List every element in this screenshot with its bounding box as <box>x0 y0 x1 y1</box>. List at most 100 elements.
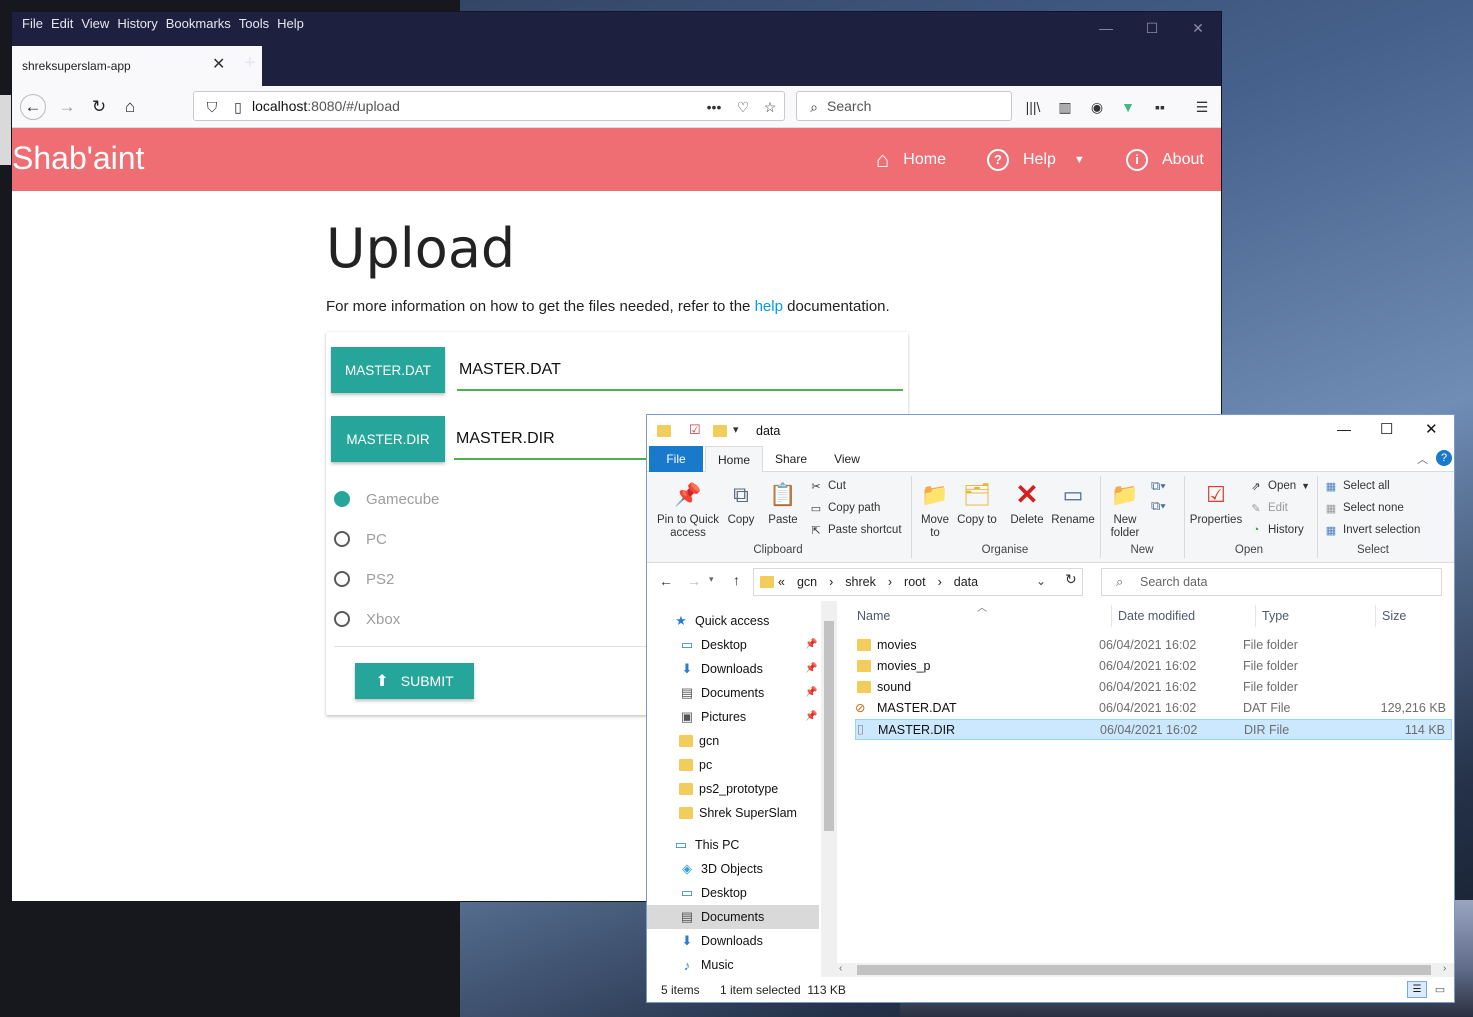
menu-bookmarks[interactable]: Bookmarks <box>162 16 235 32</box>
shield-icon[interactable]: ⛉ <box>202 98 222 116</box>
nav-item-music[interactable]: ♪ Music <box>647 953 819 977</box>
column-type[interactable]: Type <box>1262 601 1289 631</box>
pin-icon[interactable]: 📌 <box>805 711 817 722</box>
close-window-button[interactable]: ✕ <box>1425 420 1438 438</box>
close-tab-icon[interactable]: ✕ <box>212 54 225 74</box>
quick-access-toolbar-dropdown-icon[interactable]: ▾ <box>733 423 739 436</box>
copy-path-button[interactable]: ▭ Copy path <box>809 498 881 518</box>
tab-share[interactable]: Share <box>767 446 815 472</box>
file-row[interactable]: ⊘ MASTER.DAT 06/04/2021 16:02 DAT File 129,2… <box>855 698 1452 719</box>
collapse-ribbon-icon[interactable]: ︿ <box>1417 451 1428 467</box>
scrollbar-thumb[interactable] <box>824 621 834 831</box>
nav-item-this-pc[interactable]: ▭ This PC <box>647 833 819 857</box>
explorer-search-input[interactable]: ⌕ Search data <box>1101 568 1442 596</box>
edit-button[interactable]: ✎ Edit <box>1249 498 1287 518</box>
select-all-button[interactable]: ▦ Select all <box>1324 476 1390 496</box>
pin-icon[interactable]: 📌 <box>805 639 817 650</box>
url-bar[interactable]: localhost:8080/#/upload <box>193 91 785 121</box>
column-divider[interactable] <box>1111 605 1112 627</box>
nav-item-documents[interactable]: ▤ Documents <box>647 905 819 929</box>
nav-item-gcn[interactable]: gcn <box>647 729 819 753</box>
menu-view[interactable]: View <box>77 16 113 32</box>
paste-button[interactable]: 📋 Paste <box>765 478 801 527</box>
breadcrumb-gcn[interactable]: gcn <box>797 575 817 589</box>
minimize-button[interactable]: — <box>1083 12 1129 44</box>
up-icon[interactable]: ↑ <box>733 572 740 588</box>
file-row[interactable]: movies_p 06/04/2021 16:02 File folder <box>855 656 1452 677</box>
nav-item-quick-access[interactable]: ★ Quick access <box>647 609 819 633</box>
forward-icon[interactable]: → <box>54 94 80 120</box>
nav-item-pc[interactable]: pc <box>647 753 819 777</box>
menu-history[interactable]: History <box>113 16 161 32</box>
column-name[interactable]: Name <box>857 601 890 631</box>
pocket-icon[interactable]: ♡ <box>733 98 753 116</box>
extensions-icon[interactable]: ▪▪ <box>1150 98 1170 116</box>
brand-logo[interactable]: Shab'aint <box>12 140 144 177</box>
nav-item-downloads[interactable]: ⬇ Downloads 📌 <box>647 657 819 681</box>
column-divider[interactable] <box>1375 605 1376 627</box>
account-icon[interactable]: ◉ <box>1087 98 1107 116</box>
help-icon[interactable]: ? <box>1436 450 1452 466</box>
nav-item-pictures[interactable]: ▣ Pictures 📌 <box>647 705 819 729</box>
maximize-button[interactable]: ☐ <box>1129 12 1175 44</box>
rename-button[interactable]: ▭ Rename <box>1051 478 1095 527</box>
browser-search-input[interactable]: Search <box>796 91 1012 121</box>
maximize-button[interactable]: ☐ <box>1380 420 1393 438</box>
breadcrumb-data[interactable]: data <box>954 575 978 589</box>
master-dat-path-input[interactable]: MASTER.DAT <box>457 351 903 391</box>
scroll-left-icon[interactable]: ‹ <box>839 963 842 974</box>
column-divider[interactable] <box>1255 605 1256 627</box>
select-none-button[interactable]: ▦ Select none <box>1324 498 1404 518</box>
nav-help-dropdown[interactable]: ? Help ▼ <box>987 128 1085 191</box>
recent-locations-icon[interactable]: ▾ <box>709 574 714 585</box>
radio-gamecube[interactable]: Gamecube <box>334 486 439 512</box>
tab-view[interactable]: View <box>823 446 871 472</box>
address-bar[interactable]: « gcn › shrek › root › data ⌄ <box>753 568 1083 596</box>
home-icon[interactable]: ⌂ <box>117 94 143 120</box>
submit-button[interactable]: ⬆ SUBMIT <box>355 663 474 699</box>
menu-tools[interactable]: Tools <box>235 16 273 32</box>
back-icon[interactable]: ← <box>659 573 673 589</box>
tab-home[interactable]: Home <box>705 446 763 472</box>
help-link[interactable]: help <box>755 298 783 315</box>
nav-item-desktop[interactable]: ▭ Desktop <box>647 881 819 905</box>
minimize-button[interactable]: — <box>1337 421 1351 437</box>
breadcrumb-root[interactable]: root <box>904 575 926 589</box>
cut-button[interactable]: ✂ Cut <box>809 476 846 496</box>
history-button[interactable]: ◔ History <box>1249 520 1304 540</box>
nav-about[interactable]: i About <box>1126 128 1204 191</box>
paste-shortcut-button[interactable]: ⇱ Paste shortcut <box>809 520 901 540</box>
scrollbar-thumb[interactable] <box>857 965 1431 975</box>
master-dat-file-button[interactable]: MASTER.DAT <box>331 347 445 393</box>
hamburger-menu-icon[interactable]: ☰ <box>1192 98 1212 116</box>
page-actions-icon[interactable]: ••• <box>704 98 724 116</box>
tab-file[interactable]: File <box>649 446 703 472</box>
navigation-scrollbar[interactable] <box>821 601 837 977</box>
new-folder-button[interactable]: 📁 New folder <box>1105 478 1145 540</box>
close-window-button[interactable]: ✕ <box>1175 12 1221 44</box>
nav-item-3d-objects[interactable]: ◈ 3D Objects <box>647 857 819 881</box>
scroll-right-icon[interactable]: › <box>1443 963 1446 974</box>
desktop-shortcut-icon[interactable] <box>0 95 12 165</box>
copy-to-button[interactable]: 🗂 Copy to <box>957 478 997 527</box>
details-view-icon[interactable]: ☰ <box>1407 981 1427 998</box>
new-tab-icon[interactable]: + <box>244 52 256 75</box>
open-button[interactable]: ⇗ Open ▼ <box>1249 476 1310 496</box>
forward-icon[interactable]: → <box>687 573 701 589</box>
nav-item-shrek-superslam[interactable]: Shrek SuperSlam <box>647 801 819 825</box>
nav-item-ps2-prototype[interactable]: ps2_prototype <box>647 777 819 801</box>
nav-item-downloads[interactable]: ⬇ Downloads <box>647 929 819 953</box>
nav-home[interactable]: ⌂ Home <box>876 128 946 191</box>
breadcrumb-overflow-icon[interactable]: « <box>778 575 785 589</box>
menu-edit[interactable]: Edit <box>47 16 77 32</box>
properties-button[interactable]: ☑ Properties <box>1187 478 1245 527</box>
easy-access-icon[interactable]: ⧉▾ <box>1151 498 1166 514</box>
library-icon[interactable]: |||\ <box>1023 98 1043 116</box>
copy-button[interactable]: ⧉ Copy <box>723 478 759 527</box>
new-folder-icon[interactable] <box>713 425 727 437</box>
file-row[interactable]: ▯ MASTER.DIR 06/04/2021 16:02 DIR File 114 K… <box>855 719 1452 740</box>
pin-icon[interactable]: 📌 <box>805 687 817 698</box>
delete-button[interactable]: ✕ Delete <box>1005 478 1049 527</box>
refresh-icon[interactable]: ↻ <box>1065 571 1077 588</box>
menu-file[interactable]: File <box>18 16 47 32</box>
